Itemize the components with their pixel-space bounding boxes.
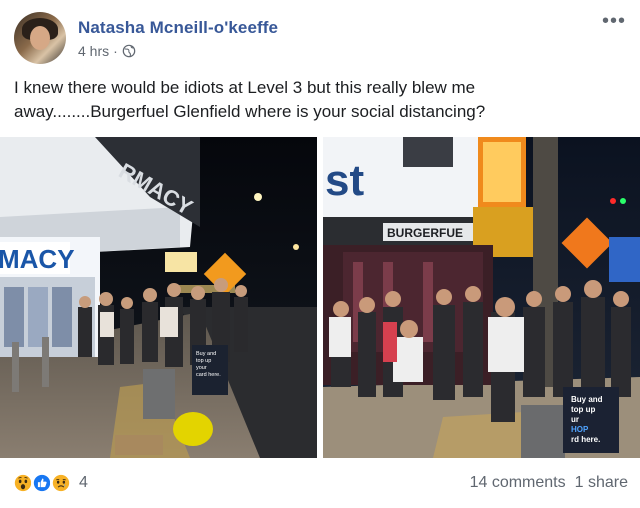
photo-right[interactable]: st BURGERFUE Buy and top up ur HOP rd he… (323, 137, 640, 458)
more-options-icon[interactable]: ••• (602, 11, 626, 31)
avatar-face (30, 26, 50, 50)
board-line-1: Buy and (571, 395, 603, 404)
author-name[interactable]: Natasha Mcneill-o'keeffe (78, 18, 278, 38)
separator-dot: · (113, 42, 118, 59)
shares-count-link[interactable]: 1 share (575, 474, 628, 492)
avatar[interactable] (14, 12, 66, 64)
timestamp-row: 4 hrs · (78, 43, 278, 59)
post-time[interactable]: 4 hrs (78, 43, 109, 59)
board-line-2: top up (196, 358, 211, 364)
post-text: I knew there would be idiots at Level 3 … (14, 78, 486, 121)
comments-count-link[interactable]: 14 comments (470, 474, 566, 492)
board-line-3: your (196, 365, 207, 371)
board-line-1: Buy and (196, 351, 216, 357)
reaction-count: 4 (79, 474, 88, 491)
board-line-4: HOP (571, 425, 589, 434)
board-line-5: rd here. (571, 435, 600, 444)
sign-store: BURGERFUE (387, 226, 463, 240)
photo-left[interactable]: RMACY MACY Buy and top up your card here… (0, 137, 317, 458)
board-line-4: card here. (196, 372, 221, 378)
sign-pharmacy: MACY (0, 244, 75, 274)
facebook-post: Natasha Mcneill-o'keeffe 4 hrs · ••• I k… (0, 0, 640, 508)
engagement-stats: 14 comments 1 share (470, 474, 628, 492)
post-meta: Natasha Mcneill-o'keeffe 4 hrs · (78, 18, 278, 59)
post-footer: 4 14 comments 1 share (12, 468, 628, 498)
board-line-3: ur (571, 415, 579, 424)
sad-icon (50, 472, 72, 494)
sign-store-top: st (325, 156, 364, 205)
photo-grid: RMACY MACY Buy and top up your card here… (0, 137, 640, 458)
reactions-summary[interactable]: 4 (12, 472, 88, 494)
globe-icon[interactable] (122, 44, 136, 58)
board-line-2: top up (571, 405, 596, 414)
post-header: Natasha Mcneill-o'keeffe 4 hrs · (14, 12, 278, 64)
